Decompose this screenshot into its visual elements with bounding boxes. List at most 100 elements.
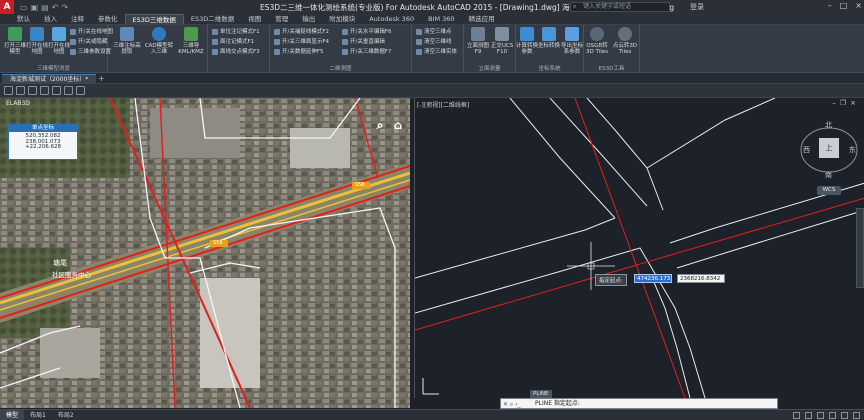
ribbon-tab[interactable]: 插入: [37, 14, 64, 24]
tab-model[interactable]: 模型: [0, 409, 25, 420]
toggle-extend-button[interactable]: 开/关数据延伸F5: [274, 48, 324, 56]
layer-icon[interactable]: [40, 86, 49, 95]
dynamic-input-x[interactable]: 474236.173: [634, 274, 672, 283]
undo-icon[interactable]: ↶: [52, 3, 59, 12]
measure-icon[interactable]: [76, 86, 85, 95]
button-label: 导出坐标系参数: [560, 43, 583, 55]
button-label: 打开在线地图: [25, 43, 48, 55]
compute-params-button[interactable]: 计算转换参数: [516, 27, 538, 55]
export-coord-params-button[interactable]: 导出坐标系参数: [560, 27, 584, 55]
clear-3d-point-button[interactable]: 清空三维点: [416, 28, 452, 36]
ribbon-group-label: ES3D工具: [598, 66, 625, 72]
app-logo[interactable]: A: [0, 0, 14, 14]
cad-viewport[interactable]: [-][俯视][二维线框] –❐× 上 北 南 东 西 WCS 指定起点: 47…: [414, 98, 864, 398]
save-icon[interactable]: ▤: [41, 3, 49, 12]
ribbon-tab[interactable]: Autodesk 360: [362, 14, 421, 24]
coord-convert-button[interactable]: 坐标转换: [538, 27, 560, 49]
face-line-mode-button[interactable]: 面线交点模式F3: [212, 48, 260, 56]
ucs-icon: [495, 27, 509, 41]
new-tab-icon[interactable]: +: [98, 74, 105, 83]
new-file-icon[interactable]: ▭: [20, 3, 28, 12]
pointcloud-to-3dtiles-button[interactable]: 点云转3D Tiles: [612, 27, 638, 55]
rotate-icon[interactable]: [28, 86, 37, 95]
magnifier-icon[interactable]: ⌕: [373, 118, 387, 132]
command-close-icon[interactable]: ✕ ⌕ ›_: [503, 400, 521, 409]
minimize-icon[interactable]: –: [828, 1, 832, 10]
map-icon: [52, 27, 66, 41]
toggle-snap-line-button[interactable]: 开/关捕捉线模式F2: [274, 28, 329, 36]
command-tooltip: PLINE: [530, 390, 552, 398]
search-input[interactable]: ⌕ 键入关键字或短语: [570, 2, 670, 12]
grid-icon[interactable]: [793, 412, 800, 419]
button-label: OSGB转3D Tiles: [586, 43, 608, 55]
clear-3d-line-button[interactable]: 清空三维线: [416, 38, 452, 46]
osnap-icon[interactable]: [841, 412, 848, 419]
login-button[interactable]: 登录: [690, 2, 704, 12]
ribbon-tab[interactable]: BIM 360: [421, 14, 461, 24]
pan-icon[interactable]: [4, 86, 13, 95]
view-toolbar: [0, 84, 864, 98]
ortho-icon[interactable]: [817, 412, 824, 419]
ribbon-group-2d-mapping: 开/关捕捉线模式F2 开/关三维面显示F4 开/关数据延伸F5 开/关水平编辑F…: [270, 25, 412, 73]
open-folder-icon[interactable]: ▣: [31, 3, 39, 12]
ribbon-tab[interactable]: 默认: [10, 14, 37, 24]
face-note-mode-button[interactable]: 面注记模式F1: [212, 38, 254, 46]
toggle-hide-button[interactable]: 开/关或隐藏: [70, 38, 107, 46]
polar-icon[interactable]: [829, 412, 836, 419]
ortho-ucs-button[interactable]: 正交UCS F10: [489, 27, 515, 55]
button-label: 立面测图F9: [466, 43, 489, 55]
snap-icon[interactable]: [805, 412, 812, 419]
sphere-icon: [152, 27, 166, 41]
toggle-online-map-button[interactable]: 开/关在线地图: [70, 28, 113, 36]
ribbon-tab[interactable]: 视图: [241, 14, 268, 24]
compass-north: 北: [825, 121, 832, 129]
wcs-dropdown[interactable]: WCS: [817, 186, 841, 195]
button-label: 坐标转换: [538, 43, 561, 49]
ribbon-tab[interactable]: ES3D二维数据: [184, 14, 241, 24]
document-tab[interactable]: 海淀新城测试（2000坐标）*: [2, 74, 97, 84]
export-kml-button[interactable]: 三维导KML/KMZ: [176, 27, 206, 55]
window-controls: – □ ×: [828, 1, 862, 10]
button-label: 点云转3D Tiles: [612, 43, 638, 55]
ribbon-tab[interactable]: 注释: [64, 14, 91, 24]
ribbon-group-label: 三维模型浏览: [36, 66, 70, 72]
viewcube[interactable]: 上: [819, 138, 839, 158]
ribbon-tab[interactable]: ES3D三维数据: [124, 14, 184, 24]
ribbon-group-coords: 计算转换参数 坐标转换 导出坐标系参数 坐标系统: [516, 25, 584, 73]
toggle-vertical-edit-button[interactable]: 开/关垂直编辑: [342, 38, 385, 46]
command-line-input[interactable]: ✕ ⌕ ›_ PLINE 指定起点:: [500, 398, 778, 409]
button-label: 正交UCS F10: [490, 43, 514, 55]
open-online-map-2-button[interactable]: 打开在线地图: [46, 27, 72, 55]
home-view-icon[interactable]: [64, 86, 73, 95]
maximize-icon[interactable]: □: [840, 1, 848, 10]
home-icon[interactable]: ⌂: [391, 118, 405, 132]
close-icon[interactable]: ×: [855, 1, 862, 10]
redo-icon[interactable]: ↷: [61, 3, 68, 12]
toggle-3d-face-button[interactable]: 开/关三维面显示F4: [274, 38, 329, 46]
toggle-3d-data-button[interactable]: 开/关三维数据F7: [342, 48, 392, 56]
coordinate-popup: 单点坐标 520,352.082 238,001.073 +22,206.628: [8, 124, 78, 160]
button-label: 计算转换参数: [516, 43, 539, 55]
ribbon-tab[interactable]: 精选应用: [462, 14, 502, 24]
osgb-to-3dtiles-button[interactable]: OSGB转3D Tiles: [584, 27, 610, 55]
3d-viewport[interactable]: ELAB3D S58 S58 塘尾 社区服务中心 单点坐标 520,352.08…: [0, 98, 410, 408]
fit-icon[interactable]: [52, 86, 61, 95]
toggle-horizontal-edit-button[interactable]: 开/关水平编辑F6: [342, 28, 392, 36]
facade-icon: [471, 27, 485, 41]
ribbon-tab[interactable]: 管理: [268, 14, 295, 24]
tab-layout2[interactable]: 布局2: [52, 410, 80, 420]
tab-layout1[interactable]: 布局1: [24, 410, 52, 420]
clear-3d-solid-button[interactable]: 清空三维实体: [416, 48, 457, 56]
settings-icon[interactable]: [853, 412, 860, 419]
navigation-bar[interactable]: [856, 208, 864, 288]
point-note-mode-button[interactable]: 单位注记模式F1: [212, 28, 260, 36]
ribbon-tab[interactable]: 参数化: [91, 14, 125, 24]
zoom-icon[interactable]: [16, 86, 25, 95]
elevation-extract-button[interactable]: 三维注标高提取: [112, 27, 142, 55]
ribbon-tab[interactable]: 输出: [295, 14, 322, 24]
dynamic-input-y[interactable]: 2368216.8342: [677, 274, 725, 283]
cad-to-3d-button[interactable]: CAD模型转入三维: [144, 27, 174, 55]
3d-settings-button[interactable]: 三维参数设置: [70, 48, 111, 56]
facade-mapping-button[interactable]: 立面测图F9: [465, 27, 491, 55]
ribbon-tab[interactable]: 附加模块: [322, 14, 362, 24]
